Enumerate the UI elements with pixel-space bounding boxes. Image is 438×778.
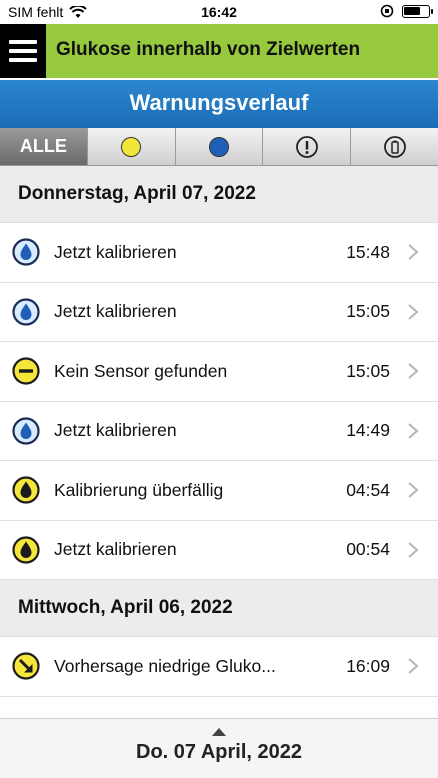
chevron-right-icon [408,541,419,558]
list-item[interactable]: Kalibrierung überfällig 04:54 [0,461,438,521]
tab-battery[interactable] [351,128,438,165]
status-time: 16:42 [201,4,237,20]
glucose-status-title: Glukose innerhalb von Zielwerten [56,39,361,60]
app-header: Glukose innerhalb von Zielwerten [0,24,438,78]
alert-list[interactable]: Donnerstag, April 07, 2022 Jetzt kalibri… [0,166,438,697]
yellow-drop-icon [12,536,40,564]
exclamation-icon [295,135,318,158]
battery-icon [402,4,433,18]
section-header: Donnerstag, April 07, 2022 [0,166,438,223]
yellow-drop-icon [12,476,40,504]
item-label: Kein Sensor gefunden [54,360,228,381]
blue-drop-icon [12,238,40,266]
page-title: Warnungsverlauf [129,90,309,115]
list-item[interactable]: Jetzt kalibrieren 15:05 [0,282,438,342]
item-label: Kalibrierung überfällig [54,479,224,500]
chevron-right-icon [408,303,419,320]
hamburger-icon-line [9,58,37,62]
battery-icon [383,135,406,158]
list-item[interactable]: Kein Sensor gefunden 15:05 [0,342,438,402]
orientation-lock-icon [380,4,394,18]
page-title-bar: Warnungsverlauf [0,78,438,128]
item-label: Jetzt kalibrieren [54,301,177,322]
list-item[interactable]: Vorhersage niedrige Gluko... 16:09 [0,637,438,697]
chevron-right-icon [408,422,419,439]
hamburger-icon-line [9,40,37,44]
yellow-arrow-down-icon [12,652,40,680]
tab-exclamation[interactable] [263,128,352,165]
item-time: 15:05 [346,301,390,322]
item-time: 16:09 [346,655,390,676]
item-time: 00:54 [346,539,390,560]
hamburger-icon-line [9,49,37,53]
yellow-dot-icon [121,136,142,157]
battery-fill [404,6,420,15]
tab-all[interactable]: ALLE [0,128,88,165]
item-time: 15:48 [346,241,390,262]
item-label: Jetzt kalibrieren [54,420,177,441]
list-item[interactable]: Jetzt kalibrieren 15:48 [0,223,438,283]
date-picker-bar[interactable]: Do. 07 April, 2022 [0,718,438,778]
chevron-right-icon [408,363,419,380]
item-label: Jetzt kalibrieren [54,241,177,262]
menu-button[interactable] [0,24,46,78]
chevron-right-icon [408,658,419,675]
section-header: Mittwoch, April 06, 2022 [0,580,438,637]
list-item[interactable]: Jetzt kalibrieren 00:54 [0,520,438,580]
blue-drop-icon [12,298,40,326]
tab-all-label: ALLE [19,136,67,156]
item-label: Jetzt kalibrieren [54,539,177,560]
tab-blue[interactable] [176,128,264,165]
status-right [380,4,433,18]
blue-dot-icon [208,136,229,157]
item-label: Vorhersage niedrige Gluko... [54,655,276,676]
tab-yellow[interactable] [88,128,176,165]
filter-tabs: ALLE [0,128,438,166]
blue-drop-icon [12,417,40,445]
item-time: 04:54 [346,479,390,500]
yellow-minus-icon [12,357,40,385]
caret-up-icon[interactable] [212,728,226,736]
chevron-right-icon [408,482,419,499]
status-bar: SIM fehlt 16:42 [0,0,438,24]
selected-date: Do. 07 April, 2022 [136,741,302,763]
list-item[interactable]: Jetzt kalibrieren 14:49 [0,401,438,461]
item-time: 14:49 [346,420,390,441]
item-time: 15:05 [346,360,390,381]
chevron-right-icon [408,244,419,261]
